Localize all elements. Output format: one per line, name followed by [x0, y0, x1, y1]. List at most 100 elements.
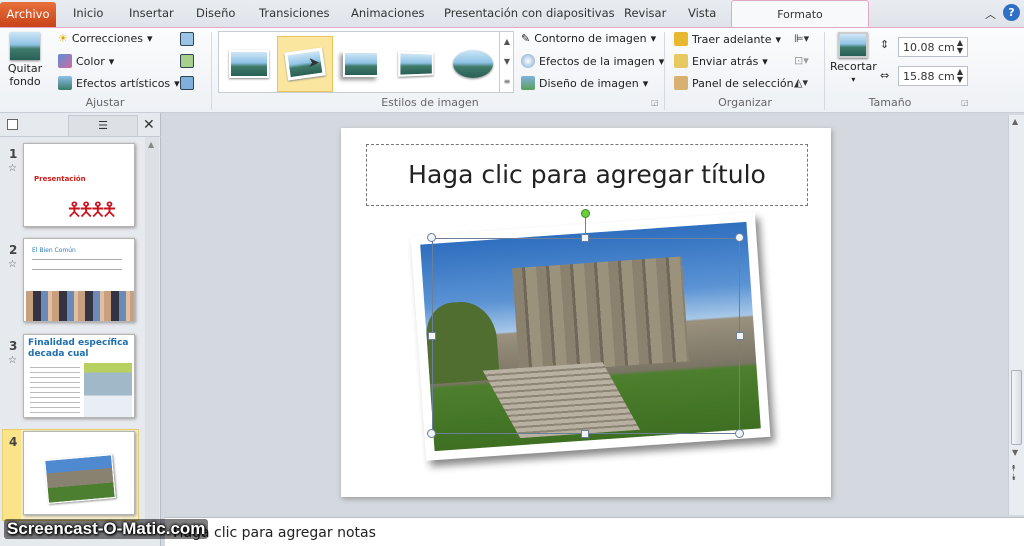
- animation-star-icon: ☆: [8, 163, 17, 174]
- tab-transiciones[interactable]: Transiciones: [259, 6, 330, 20]
- pencil-icon: ✎: [521, 32, 531, 45]
- people-photo: [26, 291, 134, 321]
- animation-star-icon: ☆: [8, 355, 17, 366]
- style-oval[interactable]: [445, 36, 501, 92]
- crop-icon: [838, 32, 869, 58]
- help-icon[interactable]: ?: [1003, 4, 1020, 21]
- style-rotated-white[interactable]: ➤: [277, 36, 333, 92]
- picture-styles-gallery: ➤ ▲ ▼ ≡: [218, 31, 514, 93]
- style-perspective[interactable]: [389, 36, 445, 92]
- height-field[interactable]: 10.08 cm ▲ ▼: [898, 37, 968, 57]
- style-simple-frame[interactable]: [221, 36, 277, 92]
- reset-picture-icon[interactable]: [180, 76, 194, 90]
- mouse-cursor-icon: ➤: [308, 55, 320, 71]
- efectos-artisticos-button[interactable]: Efectos artísticos ▾: [58, 76, 180, 90]
- ribbon-tabs: Archivo Inicio Insertar Diseño Transicio…: [0, 0, 1024, 28]
- slide-thumbnail-2[interactable]: El Bien Común: [23, 238, 135, 322]
- color-icon: [58, 54, 72, 68]
- layout-icon: [521, 76, 535, 90]
- recortar-button[interactable]: Recortar ▾: [830, 32, 877, 84]
- group-label-estilos: Estilos de imagen: [381, 96, 479, 109]
- efectos-imagen-button[interactable]: Efectos de la imagen ▾: [521, 54, 664, 68]
- tab-outline[interactable]: ☰: [68, 115, 138, 137]
- gallery-scroll[interactable]: ▲ ▼ ≡: [499, 32, 514, 92]
- castle-thumbnail-image: [44, 454, 116, 504]
- panel-scrollbar[interactable]: ▲: [145, 137, 159, 527]
- slide-thumbnail-4[interactable]: [23, 431, 135, 515]
- tab-animaciones[interactable]: Animaciones: [351, 6, 425, 20]
- tab-formato[interactable]: Formato: [731, 0, 869, 28]
- rotate-icon[interactable]: ◭▾: [794, 76, 808, 89]
- previous-slide-icon[interactable]: ⯭ ⯯: [1011, 465, 1016, 483]
- panel-seleccion-button[interactable]: Panel de selección: [674, 76, 794, 90]
- traer-adelante-button[interactable]: Traer adelante ▾: [674, 32, 781, 46]
- tab-presentacion[interactable]: Presentación con diapositivas: [444, 6, 615, 20]
- group-label-tamano: Tamaño: [868, 96, 912, 109]
- animation-star-icon: ☆: [8, 259, 17, 270]
- resize-handle[interactable]: [581, 430, 589, 438]
- slide-thumbnail-1[interactable]: Presentación 🯅🯅🯅🯅: [23, 143, 135, 227]
- width-icon: ⇔: [880, 69, 890, 82]
- tab-inicio[interactable]: Inicio: [73, 6, 103, 20]
- resize-handle[interactable]: [428, 332, 436, 340]
- compress-pictures-icon[interactable]: [180, 32, 194, 46]
- dropdown-arrow-icon: ▾: [174, 76, 180, 90]
- dialog-launcher-icon[interactable]: ◲: [961, 98, 969, 107]
- notes-area[interactable]: Haga clic para agregar notas: [165, 517, 1024, 546]
- group-label-organizar: Organizar: [718, 96, 772, 109]
- effects-icon: [521, 54, 535, 68]
- width-field[interactable]: 15.88 cm ▲ ▼: [898, 66, 968, 86]
- contorno-imagen-button[interactable]: ✎ Contorno de imagen ▾: [521, 32, 656, 45]
- slide-thumbnail-3[interactable]: Finalidad específica decada cual: [23, 334, 135, 418]
- dialog-launcher-icon[interactable]: ◲: [651, 98, 659, 107]
- scroll-thumb[interactable]: [1011, 370, 1022, 445]
- ribbon: Quitar fondo ☀ Correcciones ▾ Color ▾ Efect…: [0, 27, 1024, 113]
- tab-vista[interactable]: Vista: [688, 6, 716, 20]
- diseno-imagen-button[interactable]: Diseño de imagen ▾: [521, 76, 648, 90]
- group-icon[interactable]: ⊡▾: [794, 54, 809, 67]
- resize-handle[interactable]: [427, 429, 436, 438]
- spinner-icon[interactable]: ▲ ▼: [957, 39, 963, 55]
- style-shadow[interactable]: [333, 36, 389, 92]
- slides-panel: ☰ ✕ 1 ☆ Presentación 🯅🯅🯅🯅 2 ☆ El Bien Comú…: [0, 113, 161, 546]
- dropdown-arrow-icon: ▾: [762, 54, 768, 68]
- vertical-scrollbar[interactable]: ▲ ▼ ⯭ ⯯: [1008, 115, 1024, 515]
- resize-handle[interactable]: [735, 429, 744, 438]
- bring-forward-icon: [674, 32, 688, 46]
- people-figures-image: 🯅🯅🯅🯅: [66, 199, 118, 221]
- tab-diseno[interactable]: Diseño: [196, 6, 235, 20]
- quitar-fondo-button[interactable]: Quitar fondo: [6, 32, 44, 88]
- resize-handle[interactable]: [427, 233, 436, 242]
- tab-slides[interactable]: [7, 119, 18, 130]
- resize-handle[interactable]: [736, 332, 744, 340]
- spinner-icon[interactable]: ▲ ▼: [957, 68, 963, 84]
- title-placeholder[interactable]: Haga clic para agregar título: [366, 144, 808, 206]
- dropdown-arrow-icon: ▾: [108, 54, 115, 68]
- selection-outline: [432, 238, 740, 434]
- tab-insertar[interactable]: Insertar: [129, 6, 174, 20]
- rotate-handle[interactable]: [581, 209, 590, 218]
- tab-revisar[interactable]: Revisar: [624, 6, 666, 20]
- resize-handle[interactable]: [581, 234, 589, 242]
- artistic-effects-icon: [58, 76, 72, 90]
- color-button[interactable]: Color ▾: [58, 54, 114, 68]
- watermark-logo: Screencast-O-Matic.com: [4, 519, 209, 539]
- resize-handle[interactable]: [735, 233, 744, 242]
- correcciones-button[interactable]: ☀ Correcciones ▾: [58, 32, 153, 45]
- scroll-up-icon[interactable]: ▲: [1012, 117, 1018, 126]
- dropdown-arrow-icon: ▾: [650, 32, 657, 45]
- collage-image: [84, 363, 132, 417]
- tab-archivo[interactable]: Archivo: [0, 2, 56, 27]
- sun-icon: ☀: [58, 32, 68, 45]
- scroll-down-icon[interactable]: ▼: [1012, 448, 1018, 457]
- change-picture-icon[interactable]: [180, 54, 194, 68]
- slide-3-title: Finalidad específica decada cual: [28, 338, 129, 359]
- dropdown-arrow-icon: ▾: [775, 32, 782, 46]
- enviar-atras-button[interactable]: Enviar atrás ▾: [674, 54, 768, 68]
- selection-pane-icon: [674, 76, 688, 90]
- panel-tabs: ☰ ✕: [0, 115, 161, 137]
- align-icon[interactable]: ⊫▾: [794, 32, 809, 45]
- close-icon[interactable]: ✕: [143, 117, 155, 133]
- minimize-ribbon-icon[interactable]: ︿: [985, 6, 996, 22]
- send-backward-icon: [674, 54, 688, 68]
